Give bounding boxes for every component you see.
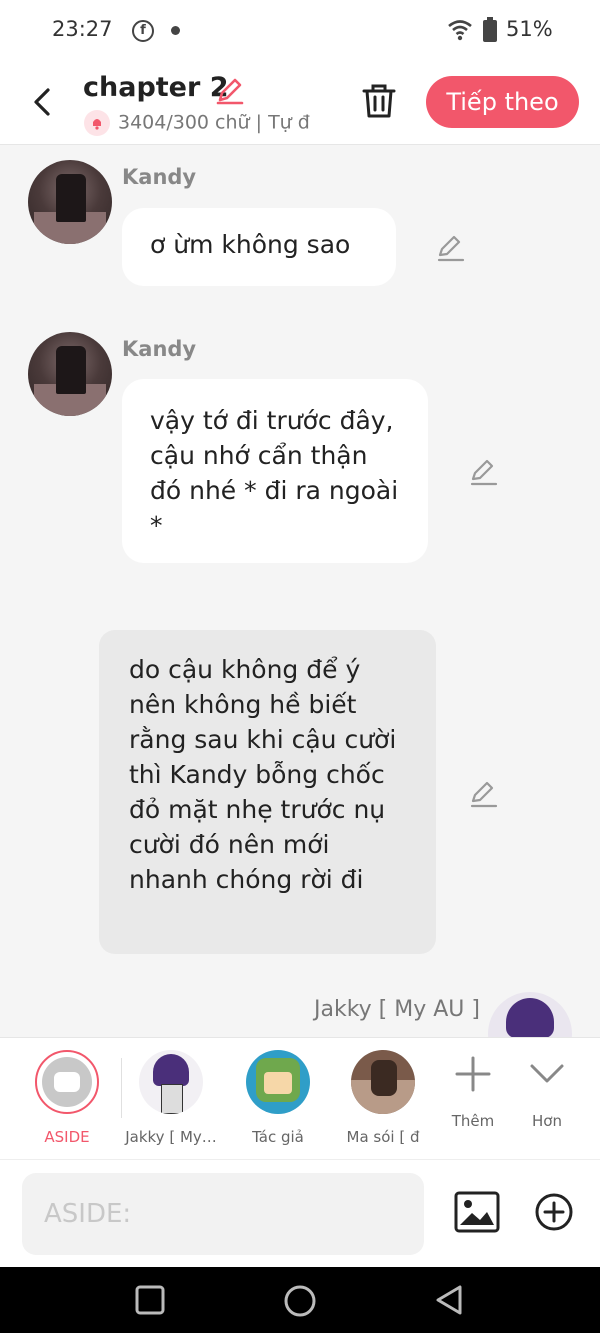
back-arrow-icon[interactable] bbox=[22, 82, 62, 122]
trash-icon[interactable] bbox=[360, 82, 398, 120]
message-input[interactable]: ASIDE: bbox=[22, 1173, 424, 1255]
image-icon[interactable] bbox=[454, 1191, 500, 1233]
message-bubble[interactable]: ơ ừm không sao bbox=[122, 208, 396, 286]
home-icon[interactable] bbox=[283, 1284, 317, 1318]
speaker-name: Kandy bbox=[122, 165, 197, 189]
character-label: Ma sói [ đ bbox=[346, 1128, 420, 1146]
aside-bubble[interactable]: do cậu không để ý nên không hề biết rằng… bbox=[99, 630, 436, 954]
plus-icon bbox=[455, 1056, 491, 1092]
message-bubble[interactable]: vậy tớ đi trước đây, cậu nhớ cẩn thận đó… bbox=[122, 379, 428, 563]
add-character-button[interactable]: Thêm bbox=[438, 1054, 508, 1130]
character-aside[interactable]: ASIDE bbox=[17, 1050, 117, 1146]
aside-avatar bbox=[35, 1050, 99, 1114]
facebook-notification-icon: f bbox=[132, 20, 154, 42]
speaker-name: Kandy bbox=[122, 337, 197, 361]
character-label: ASIDE bbox=[44, 1128, 90, 1146]
character-selector-bar: ASIDE Jakky [ My… Tác giả Ma sói [ đ Thê… bbox=[0, 1037, 600, 1160]
edit-message-pencil-icon[interactable] bbox=[469, 457, 499, 487]
character-author[interactable]: Tác giả bbox=[228, 1050, 328, 1146]
add-label: Thêm bbox=[451, 1112, 495, 1130]
battery-percent: 51% bbox=[506, 17, 553, 41]
edit-title-pencil-icon[interactable] bbox=[214, 74, 246, 106]
next-button[interactable]: Tiếp theo bbox=[426, 76, 579, 128]
status-bar: 23:27 f 51% bbox=[0, 0, 600, 62]
battery-icon bbox=[483, 17, 497, 42]
bell-icon bbox=[84, 110, 110, 136]
character-label: Tác giả bbox=[252, 1128, 304, 1146]
word-count-status: 3404/300 chữ | Tự đ bbox=[84, 110, 329, 136]
status-time: 23:27 bbox=[52, 17, 113, 41]
edit-message-pencil-icon[interactable] bbox=[436, 233, 466, 263]
werewolf-avatar bbox=[351, 1050, 415, 1114]
system-nav-bar bbox=[0, 1267, 600, 1333]
editor-header: chapter 2 3404/300 chữ | Tự đ Tiếp theo bbox=[0, 62, 600, 145]
character-jakky[interactable]: Jakky [ My… bbox=[121, 1050, 221, 1146]
author-avatar bbox=[246, 1050, 310, 1114]
edit-message-pencil-icon[interactable] bbox=[469, 779, 499, 809]
notification-dot-icon bbox=[171, 26, 180, 35]
word-count-text: 3404/300 chữ | Tự đ bbox=[118, 111, 310, 134]
composer: ASIDE: bbox=[0, 1159, 600, 1268]
speaker-name: Jakky [ My AU ] bbox=[314, 997, 480, 1022]
add-circle-icon[interactable] bbox=[534, 1192, 574, 1232]
chevron-down-icon bbox=[530, 1064, 564, 1083]
avatar-kandy[interactable] bbox=[28, 332, 112, 416]
more-label: Hơn bbox=[532, 1112, 562, 1130]
character-label: Jakky [ My… bbox=[125, 1128, 217, 1146]
avatar-kandy[interactable] bbox=[28, 160, 112, 244]
back-icon[interactable] bbox=[434, 1284, 466, 1316]
character-werewolf[interactable]: Ma sói [ đ bbox=[333, 1050, 433, 1146]
jakky-avatar bbox=[139, 1050, 203, 1114]
chapter-title[interactable]: chapter 2 bbox=[83, 72, 229, 103]
recents-icon[interactable] bbox=[134, 1284, 166, 1316]
wifi-icon bbox=[448, 20, 472, 41]
more-characters-button[interactable]: Hơn bbox=[512, 1054, 582, 1130]
